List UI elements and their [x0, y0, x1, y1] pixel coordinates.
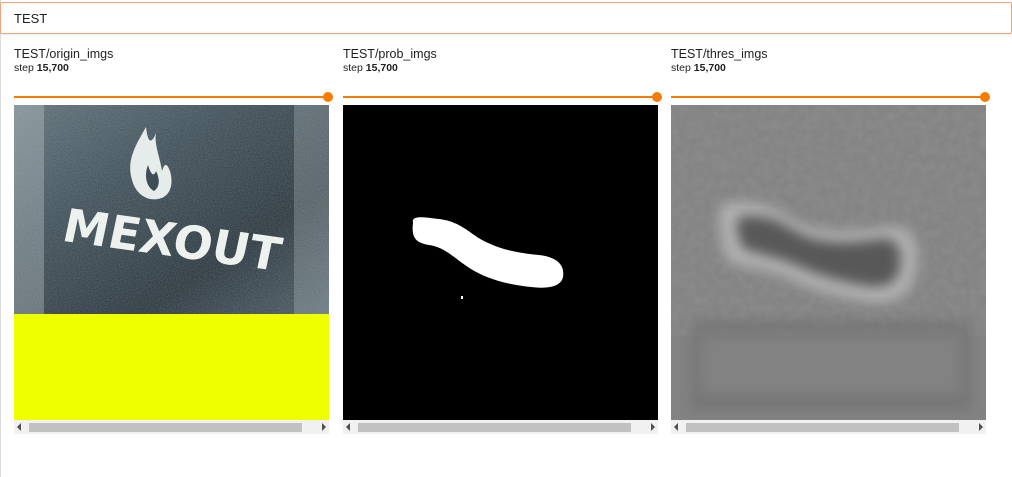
step-prefix: step [671, 62, 691, 74]
tag-group-title: TEST [14, 11, 48, 26]
slider-thumb[interactable] [980, 92, 990, 102]
left-divider [0, 0, 1, 477]
scrollbar-thumb[interactable] [686, 423, 959, 432]
scroll-left-arrow-icon[interactable] [346, 423, 350, 431]
slider-track[interactable] [671, 96, 981, 98]
scrollbar-thumb[interactable] [358, 423, 631, 432]
slider-track[interactable] [343, 96, 653, 98]
step-slider[interactable] [671, 90, 990, 104]
step-slider[interactable] [343, 90, 662, 104]
card-title: TEST/thres_imgs [671, 47, 768, 61]
step-value: 15,700 [693, 62, 726, 74]
card-title: TEST/prob_imgs [343, 47, 437, 61]
thres-image-graphic [671, 105, 986, 420]
horizontal-scrollbar[interactable] [671, 420, 986, 434]
step-label: step 15,700 [14, 62, 69, 74]
scroll-right-arrow-icon[interactable] [322, 423, 326, 431]
card-title: TEST/origin_imgs [14, 47, 114, 61]
tensorboard-images-page: TEST TEST/origin_imgs step 15,700 MEXOUT… [0, 0, 1012, 477]
slider-track[interactable] [14, 96, 324, 98]
scroll-left-arrow-icon[interactable] [17, 423, 21, 431]
step-prefix: step [343, 62, 363, 74]
image-card-origin: TEST/origin_imgs step 15,700 MEXOUT [14, 46, 333, 436]
scroll-right-arrow-icon[interactable] [651, 423, 655, 431]
prob-image-graphic [343, 105, 658, 420]
horizontal-scrollbar[interactable] [343, 420, 658, 434]
scroll-right-arrow-icon[interactable] [979, 423, 983, 431]
step-value: 15,700 [365, 62, 398, 74]
step-prefix: step [14, 62, 34, 74]
image-card-prob: TEST/prob_imgs step 15,700 [343, 46, 662, 436]
horizontal-scrollbar[interactable] [14, 420, 329, 434]
tag-group-header[interactable]: TEST [0, 2, 1012, 34]
step-slider[interactable] [14, 90, 333, 104]
step-value: 15,700 [36, 62, 69, 74]
scroll-left-arrow-icon[interactable] [674, 423, 678, 431]
image-card-thres: TEST/thres_imgs step 15,700 [671, 46, 990, 436]
prob-image [343, 105, 658, 420]
scrollbar-thumb[interactable] [29, 423, 302, 432]
step-label: step 15,700 [343, 62, 398, 74]
thres-image [671, 105, 986, 420]
step-label: step 15,700 [671, 62, 726, 74]
origin-image-graphic: MEXOUT [14, 105, 329, 420]
origin-image: MEXOUT [14, 105, 329, 420]
slider-thumb[interactable] [652, 92, 662, 102]
slider-thumb[interactable] [323, 92, 333, 102]
